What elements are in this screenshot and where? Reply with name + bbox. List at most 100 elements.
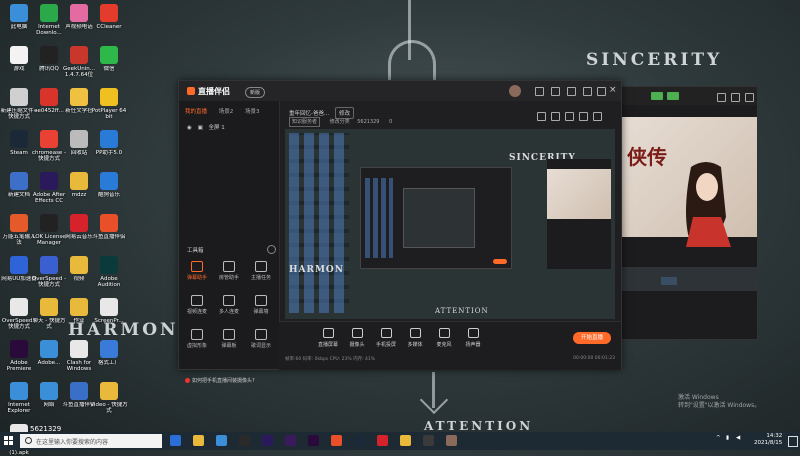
taskbar-app-icon[interactable] [239, 435, 250, 446]
source-button[interactable]: 多媒体 [402, 328, 428, 348]
menu-icon[interactable] [567, 87, 576, 96]
desktop-icon[interactable]: 微信 [90, 46, 128, 78]
desktop-icon[interactable]: Adobe Audition [90, 256, 128, 288]
desktop-app-icon [40, 46, 58, 64]
source-button-label: 麦克风 [436, 342, 452, 348]
taskbar-app-icon[interactable] [262, 435, 273, 446]
skin-icon[interactable] [535, 87, 544, 96]
taskbar-app-icon[interactable] [170, 435, 181, 446]
start-live-button[interactable]: 开始直播 [573, 332, 611, 344]
user-avatar[interactable] [509, 85, 521, 97]
secondary-minimize-icon[interactable] [717, 93, 726, 102]
desktop-icon[interactable]: 格式工厂 [90, 340, 128, 372]
tool-icon [223, 261, 235, 272]
desktop-icon-label: 格式工厂 [97, 360, 120, 366]
network-icon[interactable]: ▮ [726, 435, 729, 441]
desktop-icon[interactable]: 酷狗音乐 [90, 172, 128, 204]
scene-item[interactable]: ◉ ▣ 全屏 1 [187, 123, 225, 131]
desktop-app-icon [100, 214, 118, 232]
desktop-icon[interactable]: PotPlayer 64 bit [90, 88, 128, 120]
tab-scene-3[interactable]: 场景3 [245, 109, 260, 115]
tool-icon [255, 295, 267, 306]
preview-nested-window-2 [403, 188, 475, 248]
version-badge[interactable]: 新版 [245, 87, 266, 98]
streaming-app-window[interactable]: 直播伴侣 新版 × 我的直播 场景2 场景3 ◉ ▣ 全屏 1 工具箱 弹幕助手… [178, 80, 622, 384]
desktop-app-icon [70, 88, 88, 106]
secondary-window-titlebar[interactable] [621, 87, 757, 105]
gift-icon[interactable] [537, 112, 546, 121]
desktop-app-icon [40, 340, 58, 358]
toolbox-tool[interactable]: 弹幕板 [215, 329, 243, 349]
desktop-icon[interactable]: 斗鱼直播伴侣 [90, 214, 128, 246]
secondary-app-window[interactable]: 侠传 [620, 86, 758, 340]
taskbar-app-icon[interactable] [446, 435, 457, 446]
tool-icon [255, 329, 267, 340]
toolbox-tool[interactable]: 视频连麦 [183, 295, 211, 315]
source-button[interactable]: 手机投屏 [373, 328, 399, 348]
toolbox-tool[interactable]: 主播任务 [247, 261, 275, 281]
secondary-maximize-icon[interactable] [731, 93, 740, 102]
room-category-edit[interactable]: 修改分类 [330, 119, 350, 125]
clock-time: 14:32 [766, 433, 783, 439]
desktop-app-icon [10, 256, 28, 274]
taskbar-app-icon[interactable] [308, 435, 319, 446]
bell-icon[interactable] [579, 112, 588, 121]
source-button[interactable]: 摄像头 [344, 328, 370, 348]
stream-preview[interactable]: SINCERITY HARMON ATTENTION [285, 129, 615, 319]
taskbar-app-icon[interactable] [423, 435, 434, 446]
tab-my-live[interactable]: 我的直播 [185, 109, 207, 115]
app-titlebar[interactable]: 直播伴侣 新版 × [179, 81, 621, 101]
room-category-pill[interactable]: 知识服务者 [289, 117, 321, 127]
taskbar-app-icon[interactable] [331, 435, 342, 446]
tool-label: 视频连麦 [186, 309, 207, 315]
preview-nested-start [493, 259, 507, 264]
eye-icon[interactable]: ◉ [187, 125, 192, 131]
close-icon[interactable]: × [609, 85, 617, 95]
toolbox-more-icon[interactable] [267, 245, 276, 254]
toolbox-tool[interactable]: 多人连麦 [215, 295, 243, 315]
screen-icon[interactable] [565, 112, 574, 121]
desktop-app-icon [100, 46, 118, 64]
windows-start-icon[interactable] [4, 436, 14, 446]
desktop-icon-label: Adobe Audition [97, 276, 121, 288]
desktop-icon[interactable]: Video - 快捷方式 [90, 382, 128, 414]
source-button[interactable]: 麦克风 [431, 328, 457, 348]
taskbar-search-box[interactable]: 在这里输入你要搜索的内容 [20, 434, 162, 448]
taskbar-app-icon[interactable] [354, 435, 365, 446]
notification-icon[interactable] [788, 436, 798, 447]
desktop-app-icon [10, 130, 28, 148]
settings-icon[interactable] [551, 87, 560, 96]
maximize-icon[interactable] [597, 87, 606, 96]
volume-icon[interactable]: ◀ [736, 435, 740, 441]
tray-chevron-icon[interactable]: ^ [716, 435, 721, 441]
minimize-icon[interactable] [583, 87, 592, 96]
taskbar-clock[interactable]: 14:32 2021/8/15 [754, 433, 782, 447]
desktop-app-icon [70, 256, 88, 274]
secondary-close-icon[interactable] [745, 93, 754, 102]
source-button[interactable]: 直播屏幕 [315, 328, 341, 348]
shop-icon[interactable] [551, 112, 560, 121]
tab-scene-2[interactable]: 场景2 [219, 109, 234, 115]
desktop-icon[interactable]: ScreenPr... [90, 298, 128, 330]
secondary-green-button-1[interactable] [651, 92, 663, 100]
secondary-green-button-2[interactable] [667, 92, 679, 100]
camera-hint[interactable]: 如何把手机直播间装摄像头? [185, 377, 255, 384]
toolbox-tool[interactable]: 弹幕助手 [183, 261, 211, 281]
toolbox-tool[interactable]: 房管助手 [215, 261, 243, 281]
toolbox-tool[interactable]: 虚拟形象 [183, 329, 211, 349]
taskbar-app-icon[interactable] [193, 435, 204, 446]
toolbox-tool[interactable]: 歌词显示 [247, 329, 275, 349]
desktop-icon[interactable]: CCleaner [90, 4, 128, 36]
taskbar-app-icon[interactable] [400, 435, 411, 446]
desktop-icon[interactable]: PP助手5.0 [90, 130, 128, 162]
artwork-character-figure [686, 162, 731, 247]
secondary-action-button[interactable] [661, 277, 677, 285]
share-icon[interactable] [593, 112, 602, 121]
taskbar-app-icon[interactable] [377, 435, 388, 446]
lock-icon[interactable]: ▣ [198, 125, 203, 131]
source-button[interactable]: 扬声器 [460, 328, 486, 348]
toolbox-tool[interactable]: 弹幕墙 [247, 295, 275, 315]
taskbar-app-icon[interactable] [285, 435, 296, 446]
taskbar-app-icon[interactable] [216, 435, 227, 446]
desktop-app-icon [10, 88, 28, 106]
